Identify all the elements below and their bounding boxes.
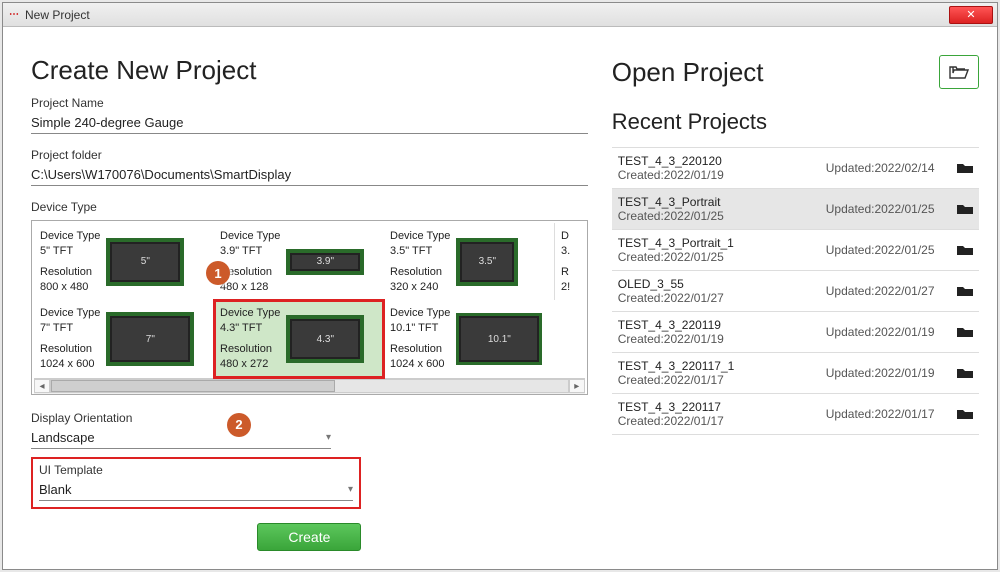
recent-project-created: Created:2022/01/27 xyxy=(618,291,818,305)
recent-project-updated: Updated:2022/01/17 xyxy=(826,407,949,421)
open-folder-button[interactable] xyxy=(939,55,979,89)
recent-projects-heading: Recent Projects xyxy=(612,109,979,135)
chevron-down-icon: ▾ xyxy=(348,484,353,495)
create-button[interactable]: Create xyxy=(257,523,361,551)
device-thumb-label: 3.5" xyxy=(460,242,514,282)
folder-icon xyxy=(957,203,973,215)
project-folder-label: Project folder xyxy=(31,148,588,162)
recent-project-item[interactable]: TEST_4_3_220120Created:2022/01/19 Updated… xyxy=(612,148,979,189)
device-thumb-label: 4.3" xyxy=(290,319,360,359)
project-folder-input[interactable] xyxy=(31,164,588,186)
recent-project-name: OLED_3_55 xyxy=(618,277,818,291)
ui-template-label: UI Template xyxy=(39,463,353,477)
recent-project-name: TEST_4_3_220117_1 xyxy=(618,359,818,373)
recent-project-item[interactable]: TEST_4_3_220119Created:2022/01/19 Updated… xyxy=(612,312,979,353)
chevron-down-icon: ▾ xyxy=(326,432,331,443)
recent-project-item[interactable]: TEST_4_3_220117Created:2022/01/17 Updated… xyxy=(612,394,979,435)
recent-project-updated: Updated:2022/01/27 xyxy=(826,284,949,298)
recent-project-created: Created:2022/01/19 xyxy=(618,168,818,182)
folder-open-icon xyxy=(949,64,969,80)
device-option-7in[interactable]: Device Type 7" TFT Resolution 1024 x 600… xyxy=(34,300,214,377)
project-name-label: Project Name xyxy=(31,96,588,110)
folder-icon xyxy=(957,285,973,297)
recent-project-updated: Updated:2022/01/25 xyxy=(826,202,949,216)
device-option-3-9in[interactable]: Device Type 3.9" TFT Resolution 480 x 12… xyxy=(214,223,384,300)
folder-icon xyxy=(957,367,973,379)
recent-project-name: TEST_4_3_Portrait_1 xyxy=(618,236,818,250)
window-title: New Project xyxy=(25,8,90,22)
recent-project-created: Created:2022/01/19 xyxy=(618,332,818,346)
recent-project-created: Created:2022/01/25 xyxy=(618,209,818,223)
ui-template-value: Blank xyxy=(39,482,72,497)
folder-icon xyxy=(957,326,973,338)
ui-template-dropdown[interactable]: Blank ▾ xyxy=(39,479,353,501)
annotation-badge-1: 1 xyxy=(206,261,230,285)
scroll-right-arrow-icon[interactable]: ▸ xyxy=(569,379,585,393)
scrollbar-track[interactable] xyxy=(50,379,569,393)
folder-icon xyxy=(957,162,973,174)
orientation-label: Display Orientation xyxy=(31,411,588,425)
recent-project-updated: Updated:2022/02/14 xyxy=(826,161,949,175)
recent-project-item[interactable]: TEST_4_3_Portrait_1Created:2022/01/25 Upd… xyxy=(612,230,979,271)
project-name-input[interactable] xyxy=(31,112,588,134)
recent-project-item[interactable]: TEST_4_3_220117_1Created:2022/01/17 Updat… xyxy=(612,353,979,394)
orientation-dropdown[interactable]: Landscape ▾ xyxy=(31,427,331,449)
device-type-label: Device Type xyxy=(31,200,588,214)
device-thumb-label: 10.1" xyxy=(459,316,539,362)
device-thumb-label: 3.9" xyxy=(290,253,360,271)
recent-project-updated: Updated:2022/01/19 xyxy=(826,366,949,380)
recent-project-name: TEST_4_3_220117 xyxy=(618,400,818,414)
ui-template-highlight: UI Template Blank ▾ xyxy=(31,457,361,509)
dialog-window: ⋯ New Project ✕ Create New Project Proje… xyxy=(2,2,998,570)
device-thumb-label: 7" xyxy=(110,316,190,362)
recent-project-updated: Updated:2022/01/25 xyxy=(826,243,949,257)
device-option-4-3in-selected[interactable]: Device Type 4.3" TFT Resolution 480 x 27… xyxy=(214,300,384,377)
scrollbar-thumb[interactable] xyxy=(51,380,335,392)
scroll-left-arrow-icon[interactable]: ◂ xyxy=(34,379,50,393)
recent-project-name: TEST_4_3_220119 xyxy=(618,318,818,332)
open-project-pane: Open Project Recent Projects TEST_4_3_22… xyxy=(588,55,979,557)
recent-project-item[interactable]: OLED_3_55Created:2022/01/27 Updated:2022/… xyxy=(612,271,979,312)
device-option-10-1in[interactable]: Device Type 10.1" TFT Resolution 1024 x … xyxy=(384,300,576,377)
recent-project-item[interactable]: TEST_4_3_PortraitCreated:2022/01/25 Updat… xyxy=(612,189,979,230)
app-icon: ⋯ xyxy=(7,8,21,22)
open-project-heading: Open Project xyxy=(612,57,764,88)
device-thumb-label: 5" xyxy=(110,242,180,282)
orientation-value: Landscape xyxy=(31,430,95,445)
create-heading: Create New Project xyxy=(31,55,588,86)
folder-icon xyxy=(957,408,973,420)
close-icon: ✕ xyxy=(966,8,975,21)
recent-project-created: Created:2022/01/17 xyxy=(618,373,818,387)
device-horizontal-scrollbar[interactable]: ◂ ▸ xyxy=(34,378,585,394)
recent-project-name: TEST_4_3_220120 xyxy=(618,154,818,168)
device-option-3-5in[interactable]: Device Type 3.5" TFT Resolution 320 x 24… xyxy=(384,223,554,300)
device-option-partial[interactable]: D 3. R 2! xyxy=(554,223,576,300)
device-option-5in[interactable]: Device Type 5" TFT Resolution 800 x 480 … xyxy=(34,223,214,300)
folder-icon xyxy=(957,244,973,256)
recent-project-created: Created:2022/01/25 xyxy=(618,250,818,264)
annotation-badge-2: 2 xyxy=(227,413,251,437)
device-type-selector: 1 Device Type 5" TFT Resolution 800 x 48… xyxy=(31,220,588,395)
titlebar: ⋯ New Project ✕ xyxy=(3,3,997,27)
recent-projects-list: TEST_4_3_220120Created:2022/01/19Updated… xyxy=(612,147,979,435)
recent-project-name: TEST_4_3_Portrait xyxy=(618,195,818,209)
close-button[interactable]: ✕ xyxy=(949,6,993,24)
recent-project-updated: Updated:2022/01/19 xyxy=(826,325,949,339)
create-project-pane: Create New Project Project Name Project … xyxy=(31,55,588,557)
recent-project-created: Created:2022/01/17 xyxy=(618,414,818,428)
